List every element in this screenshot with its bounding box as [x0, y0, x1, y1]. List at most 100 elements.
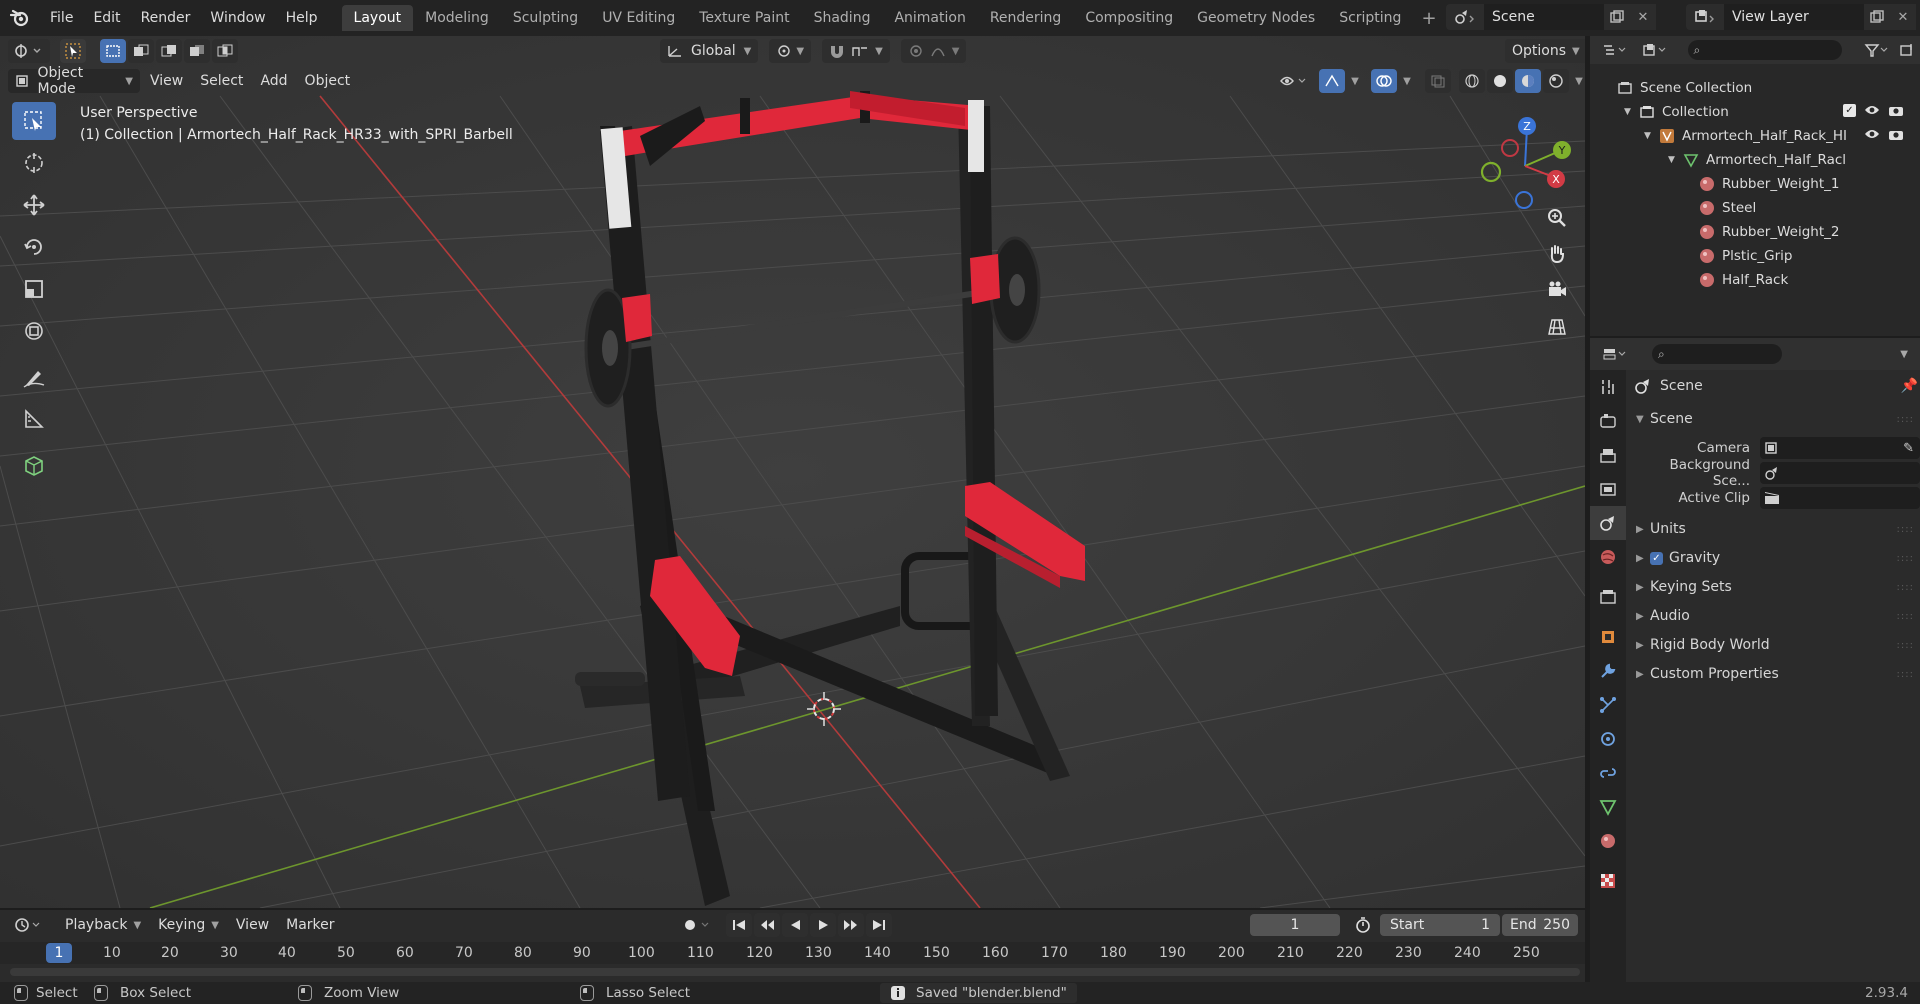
current-frame-indicator[interactable]: 1 [46, 943, 72, 963]
select-box-tool[interactable] [12, 102, 56, 140]
tab-geometry-nodes[interactable]: Geometry Nodes [1185, 5, 1327, 31]
outliner-item-scene-collection[interactable]: Scene Collection [1616, 76, 1752, 100]
tab-texture-paint[interactable]: Texture Paint [687, 5, 801, 31]
end-frame-field[interactable]: End 250 [1502, 914, 1578, 936]
blender-logo-icon[interactable] [0, 0, 40, 36]
perspective-toggle-icon[interactable] [1540, 309, 1574, 343]
chevron-down-icon[interactable]: ▼ [1571, 69, 1585, 93]
tab-shading[interactable]: Shading [802, 5, 883, 31]
scene-icon[interactable] [1446, 4, 1484, 30]
measure-tool[interactable] [12, 400, 56, 438]
zoom-icon[interactable] [1540, 201, 1574, 235]
xray-toggle-icon[interactable] [1425, 69, 1451, 93]
select-mode-invert-icon[interactable] [184, 39, 210, 63]
transform-tool[interactable] [12, 312, 56, 350]
panel-audio[interactable]: ▶ Audio :::: [1630, 603, 1918, 629]
checkbox-checked-icon[interactable]: ✓ [1843, 104, 1856, 117]
playback-menu[interactable]: Playback ▼ [58, 913, 148, 937]
expand-arrow-icon[interactable]: ▼ [1624, 107, 1638, 117]
timeline-ruler[interactable]: 1 10 20 30 40 50 60 70 80 90 100 110 120… [0, 942, 1585, 964]
jump-to-start-icon[interactable] [726, 913, 752, 937]
view-layer-icon[interactable] [1686, 4, 1724, 30]
object-mode-dropdown[interactable]: Object Mode ▼ [8, 65, 140, 97]
outliner-item-collection[interactable]: ▼ Collection ✓ [1624, 100, 1914, 124]
panel-custom-properties[interactable]: ▶ Custom Properties :::: [1630, 661, 1918, 687]
outliner-item-material-half-rack[interactable]: Half_Rack [1698, 268, 1788, 292]
new-scene-icon[interactable] [1604, 4, 1630, 30]
material-preview-icon[interactable] [1515, 69, 1541, 93]
outliner-item-material-steel[interactable]: Steel [1698, 196, 1756, 220]
keying-menu[interactable]: Keying ▼ [151, 913, 226, 937]
add-workspace-icon[interactable]: + [1413, 8, 1444, 29]
drag-handle-icon[interactable]: :::: [1897, 524, 1914, 535]
overlay-toggle-icon[interactable] [1371, 69, 1397, 93]
timeline-editor-type-icon[interactable] [10, 913, 46, 937]
menu-render[interactable]: Render [131, 0, 201, 36]
menu-help[interactable]: Help [276, 0, 328, 36]
view-layer-name-field[interactable]: View Layer [1724, 4, 1864, 30]
tab-scene-icon[interactable] [1590, 506, 1626, 540]
select-mode-intersect-icon[interactable] [212, 39, 238, 63]
tweak-tool-icon[interactable] [60, 39, 86, 63]
outliner-item-material-rubber-weight-2[interactable]: Rubber_Weight_2 [1698, 220, 1839, 244]
outliner-item-material-plastic-grip[interactable]: Plstic_Grip [1698, 244, 1792, 268]
rotate-tool[interactable] [12, 228, 56, 266]
tab-data-icon[interactable] [1590, 790, 1626, 824]
timeline-view-menu[interactable]: View [229, 913, 276, 937]
wireframe-shading-icon[interactable] [1459, 69, 1485, 93]
annotate-tool[interactable] [12, 358, 56, 396]
proportional-edit-toggle[interactable]: ▼ [900, 39, 967, 63]
camera-render-icon[interactable] [1888, 128, 1904, 144]
drag-handle-icon[interactable]: :::: [1897, 582, 1914, 593]
new-view-layer-icon[interactable] [1864, 4, 1890, 30]
tab-modeling[interactable]: Modeling [413, 5, 501, 31]
tab-object-icon[interactable] [1590, 620, 1626, 654]
scene-name-field[interactable]: Scene [1484, 4, 1604, 30]
drag-handle-icon[interactable]: :::: [1897, 414, 1914, 425]
expand-arrow-icon[interactable]: ▼ [1668, 155, 1682, 165]
tab-collection-icon[interactable] [1590, 580, 1626, 614]
active-clip-field[interactable] [1760, 487, 1920, 509]
play-icon[interactable] [810, 913, 836, 937]
close-view-layer-icon[interactable]: ✕ [1890, 4, 1916, 30]
outliner-item-material-rubber-weight-1[interactable]: Rubber_Weight_1 [1698, 172, 1839, 196]
filter-icon[interactable] [1860, 38, 1894, 62]
tab-output-icon[interactable] [1590, 438, 1626, 472]
new-collection-icon[interactable] [1896, 38, 1918, 62]
options-dropdown[interactable]: Options ▼ [1505, 39, 1585, 63]
add-cube-tool[interactable] [12, 446, 56, 484]
visibility-icon[interactable] [1275, 69, 1311, 93]
camera-view-icon[interactable] [1540, 273, 1574, 307]
tab-particles-icon[interactable] [1590, 688, 1626, 722]
panel-rigid-body-world[interactable]: ▶ Rigid Body World :::: [1630, 632, 1918, 658]
properties-editor-type-icon[interactable] [1598, 342, 1632, 366]
menu-view[interactable]: View [143, 69, 190, 93]
close-scene-icon[interactable]: ✕ [1630, 4, 1656, 30]
move-tool[interactable] [12, 186, 56, 224]
pan-hand-icon[interactable] [1540, 237, 1574, 271]
display-mode-icon[interactable] [1638, 38, 1672, 62]
tab-animation[interactable]: Animation [882, 5, 977, 31]
pin-icon[interactable]: 📌 [1901, 378, 1918, 394]
menu-object[interactable]: Object [298, 69, 358, 93]
select-mode-new-icon[interactable] [100, 39, 126, 63]
panel-keying-sets[interactable]: ▶ Keying Sets :::: [1630, 574, 1918, 600]
snap-toggle[interactable]: ▼ [822, 39, 890, 63]
outliner-item-armortech-empty[interactable]: ▼ Armortech_Half_Rack_HI [1644, 124, 1914, 148]
marker-menu[interactable]: Marker [279, 913, 341, 937]
panel-units[interactable]: ▶ Units :::: [1630, 516, 1918, 542]
solid-shading-icon[interactable] [1487, 69, 1513, 93]
jump-to-keyframe-forward-icon[interactable] [838, 913, 864, 937]
outliner-item-armortech-mesh[interactable]: ▼ Armortech_Half_Racl [1668, 148, 1846, 172]
chevron-down-icon[interactable]: ▼ [1399, 69, 1415, 93]
menu-file[interactable]: File [40, 0, 83, 36]
background-scene-field[interactable] [1760, 462, 1920, 484]
jump-to-keyframe-back-icon[interactable] [754, 913, 780, 937]
outliner-search-input[interactable]: ⌕ [1687, 40, 1843, 60]
tab-render-icon[interactable] [1590, 404, 1626, 438]
3d-viewport[interactable]: Global ▼ ▼ ▼ ▼ Options ▼ Object Mode ▼ V… [0, 36, 1585, 908]
eye-icon[interactable] [1864, 104, 1880, 120]
select-mode-extend-icon[interactable] [128, 39, 154, 63]
tab-uv-editing[interactable]: UV Editing [590, 5, 687, 31]
panel-scene[interactable]: ▼ Scene :::: [1630, 406, 1918, 432]
